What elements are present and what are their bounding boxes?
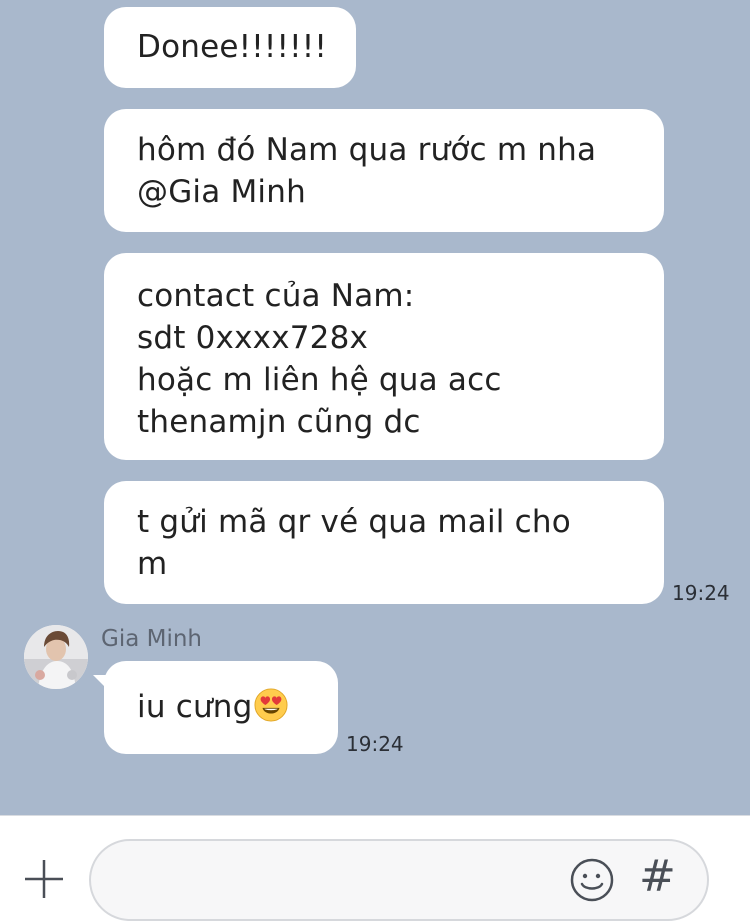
avatar-photo (24, 625, 88, 689)
message-input[interactable] (119, 859, 563, 901)
chat-area: Donee!!!!!!! hôm đó Nam qua rước m nha @… (0, 0, 750, 815)
message-input-bar: # (0, 815, 750, 921)
avatar[interactable] (24, 625, 88, 689)
message-timestamp: 19:24 (672, 581, 730, 605)
message-text: iu cưng (137, 689, 253, 725)
heart-eyes-emoji (254, 688, 288, 722)
message-bubble[interactable]: hôm đó Nam qua rước m nha @Gia Minh (104, 109, 664, 232)
message-bubble[interactable]: t gửi mã qr vé qua mail cho m (104, 481, 664, 604)
message-bubble[interactable]: Donee!!!!!!! (104, 7, 356, 88)
smile-icon[interactable] (569, 857, 615, 903)
message-bubble[interactable]: contact của Nam: sdt 0xxxx728x hoặc m li… (104, 253, 664, 460)
message-bubble[interactable]: iu cưng (104, 661, 338, 754)
message-timestamp: 19:24 (346, 732, 404, 756)
message-field[interactable]: # (89, 839, 709, 921)
sender-name[interactable]: Gia Minh (101, 626, 202, 652)
plus-icon[interactable] (23, 858, 65, 900)
hashtag-button[interactable]: # (639, 847, 676, 907)
